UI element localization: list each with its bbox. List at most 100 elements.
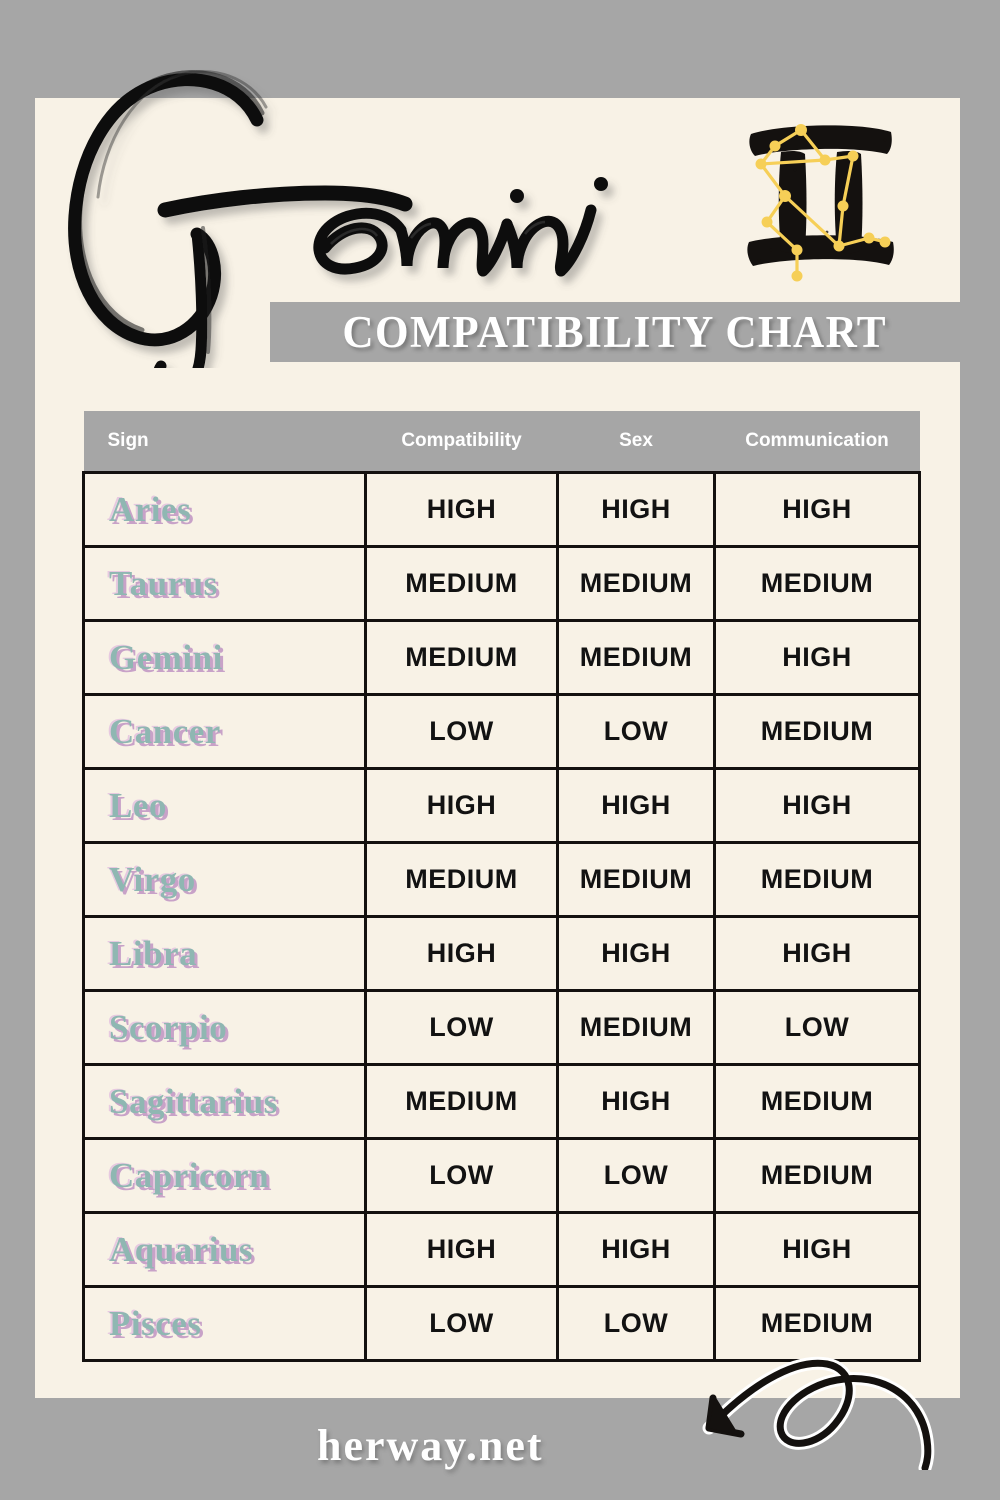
value-sex: HIGH [601, 938, 671, 968]
table-row: Scorpio LOW MEDIUM LOW [82, 989, 921, 1066]
value-sex: MEDIUM [579, 864, 693, 894]
sign-label: Aries [109, 489, 192, 529]
value-compatibility: HIGH [426, 494, 497, 524]
value-communication: MEDIUM [760, 864, 874, 894]
cell-sex: HIGH [556, 767, 716, 844]
value-compatibility: HIGH [426, 1234, 497, 1264]
table-row: Aries HIGH HIGH HIGH [82, 471, 921, 548]
value-communication: HIGH [782, 938, 852, 968]
cell-communication: HIGH [713, 619, 921, 696]
sign-label: Gemini [109, 637, 223, 677]
cell-sign: Virgo [82, 841, 367, 918]
cell-compatibility: MEDIUM [364, 545, 559, 622]
cell-communication: HIGH [713, 915, 921, 992]
sign-label: Capricorn [109, 1155, 270, 1195]
column-header-compatibility: Compatibility [365, 411, 558, 473]
cell-communication: LOW [713, 989, 921, 1066]
value-compatibility: LOW [429, 1308, 494, 1338]
cell-sex: HIGH [556, 915, 716, 992]
cell-sex: LOW [556, 693, 716, 770]
cell-sign: Scorpio [82, 989, 367, 1066]
cell-compatibility: HIGH [364, 1211, 559, 1288]
cell-sex: MEDIUM [556, 841, 716, 918]
value-sex: HIGH [601, 1086, 671, 1116]
value-compatibility: MEDIUM [405, 568, 518, 598]
table-row: Sagittarius MEDIUM HIGH MEDIUM [82, 1063, 921, 1140]
column-header-communication: Communication [714, 411, 920, 473]
cell-sex: HIGH [556, 471, 716, 548]
table-row: Gemini MEDIUM MEDIUM HIGH [82, 619, 921, 696]
cell-compatibility: LOW [364, 1285, 559, 1362]
cell-compatibility: LOW [364, 1137, 559, 1214]
cell-sex: LOW [556, 1137, 716, 1214]
cell-compatibility: HIGH [364, 767, 559, 844]
cell-communication: HIGH [713, 471, 921, 548]
cell-sex: MEDIUM [556, 989, 716, 1066]
cell-sex: HIGH [556, 1063, 716, 1140]
value-compatibility: LOW [429, 1160, 494, 1190]
table-row: Taurus MEDIUM MEDIUM MEDIUM [82, 545, 921, 622]
table-row: Capricorn LOW LOW MEDIUM [82, 1137, 921, 1214]
value-communication: LOW [784, 1012, 850, 1042]
value-communication: HIGH [782, 790, 852, 820]
table-row: Virgo MEDIUM MEDIUM MEDIUM [82, 841, 921, 918]
cell-communication: MEDIUM [713, 693, 921, 770]
cell-compatibility: HIGH [364, 915, 559, 992]
cell-sign: Leo [82, 767, 367, 844]
curly-arrow-icon [675, 1350, 965, 1470]
value-communication: MEDIUM [760, 1308, 874, 1338]
value-sex: LOW [603, 716, 669, 746]
gemini-constellation-icon [735, 110, 905, 285]
cell-sign: Sagittarius [82, 1063, 367, 1140]
value-communication: HIGH [782, 642, 852, 672]
cell-sign: Pisces [82, 1285, 367, 1362]
value-communication: HIGH [782, 494, 852, 524]
table-row: Cancer LOW LOW MEDIUM [82, 693, 921, 770]
cell-compatibility: MEDIUM [364, 619, 559, 696]
value-compatibility: MEDIUM [405, 1086, 518, 1116]
site-brand[interactable]: herway.net [317, 1420, 544, 1471]
header-zone: COMPATIBILITY CHART [35, 70, 960, 398]
cell-compatibility: MEDIUM [364, 1063, 559, 1140]
value-sex: HIGH [601, 494, 671, 524]
value-sex: HIGH [601, 790, 671, 820]
cell-compatibility: HIGH [364, 471, 559, 548]
value-compatibility: HIGH [426, 790, 497, 820]
table-row: Libra HIGH HIGH HIGH [82, 915, 921, 992]
cell-sex: MEDIUM [556, 545, 716, 622]
compatibility-table: Sign Compatibility Sex Communication Ari… [82, 411, 921, 1362]
sign-label: Scorpio [109, 1007, 228, 1047]
cell-communication: MEDIUM [713, 1063, 921, 1140]
value-communication: HIGH [782, 1234, 852, 1264]
cell-compatibility: MEDIUM [364, 841, 559, 918]
value-sex: MEDIUM [579, 642, 693, 672]
cell-communication: MEDIUM [713, 841, 921, 918]
column-header-sign: Sign [83, 411, 366, 473]
cell-communication: HIGH [713, 1211, 921, 1288]
value-communication: MEDIUM [760, 716, 874, 746]
cell-compatibility: LOW [364, 693, 559, 770]
value-communication: MEDIUM [760, 568, 874, 598]
cell-sign: Gemini [82, 619, 367, 696]
cell-communication: MEDIUM [713, 545, 921, 622]
cell-communication: HIGH [713, 767, 921, 844]
value-sex: HIGH [601, 1234, 671, 1264]
sign-label: Cancer [109, 711, 221, 751]
value-sex: MEDIUM [579, 1012, 693, 1042]
cell-sign: Libra [82, 915, 367, 992]
value-compatibility: LOW [429, 1012, 494, 1042]
value-sex: LOW [603, 1308, 669, 1338]
value-sex: MEDIUM [579, 568, 693, 598]
subtitle-banner: COMPATIBILITY CHART [270, 302, 960, 362]
value-sex: LOW [603, 1160, 669, 1190]
sign-label: Aquarius [109, 1229, 254, 1269]
value-compatibility: LOW [429, 716, 494, 746]
sign-label: Virgo [109, 859, 196, 899]
cell-sex: MEDIUM [556, 619, 716, 696]
table-row: Aquarius HIGH HIGH HIGH [82, 1211, 921, 1288]
column-header-sex: Sex [557, 411, 715, 473]
subtitle-text: COMPATIBILITY CHART [342, 307, 888, 357]
table-header-row: Sign Compatibility Sex Communication [83, 411, 920, 473]
cell-sign: Taurus [82, 545, 367, 622]
value-communication: MEDIUM [760, 1160, 874, 1190]
